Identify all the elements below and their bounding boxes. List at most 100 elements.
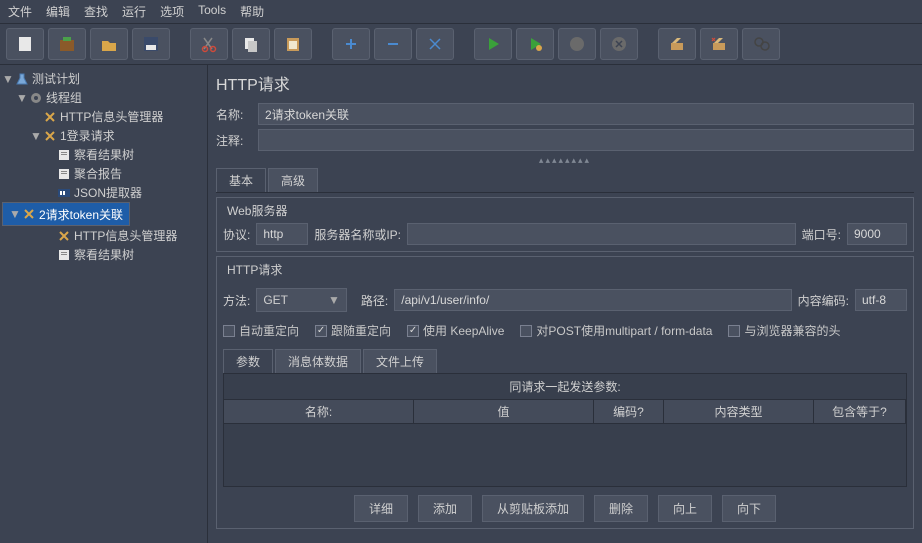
menu-options[interactable]: 选项 (160, 3, 184, 20)
stop-button[interactable] (558, 28, 596, 60)
web-server-fieldset: Web服务器 协议: 服务器名称或IP: 端口号: (216, 197, 914, 252)
protocol-label: 协议: (223, 226, 250, 243)
start-button[interactable] (474, 28, 512, 60)
keepalive-checkbox[interactable]: 使用 KeepAlive (407, 322, 504, 339)
xx-icon (22, 207, 36, 221)
tree-twisty[interactable]: ▼ (30, 129, 40, 143)
param-tabs: 参数 消息体数据 文件上传 (223, 349, 907, 373)
host-label: 服务器名称或IP: (314, 226, 401, 243)
add-button[interactable]: 添加 (418, 495, 472, 522)
paste-button[interactable]: 从剪贴板添加 (482, 495, 584, 522)
tree-label: 2请求token关联 (39, 206, 123, 223)
cut-button[interactable] (190, 28, 228, 60)
tree-item[interactable]: ▼ 线程组 (2, 88, 205, 107)
tree-item[interactable]: JSON提取器 (2, 183, 205, 202)
menu-run[interactable]: 运行 (122, 3, 146, 20)
browser-compat-checkbox[interactable]: 与浏览器兼容的头 (728, 322, 840, 339)
test-plan-tree[interactable]: ▼测试计划▼线程组HTTP信息头管理器▼1登录请求察看结果树聚合报告JSON提取… (0, 65, 208, 543)
tree-item[interactable]: HTTP信息头管理器 (2, 107, 205, 126)
path-label: 路径: (361, 292, 388, 309)
clear-button[interactable] (658, 28, 696, 60)
xx-icon (43, 110, 57, 124)
menu-edit[interactable]: 编辑 (46, 3, 70, 20)
col-encode: 编码? (594, 400, 664, 423)
start-no-pause-button[interactable] (516, 28, 554, 60)
tab-upload[interactable]: 文件上传 (363, 349, 437, 373)
tree-twisty[interactable]: ▼ (2, 72, 12, 86)
port-label: 端口号: (802, 226, 841, 243)
host-input[interactable] (407, 223, 796, 245)
method-select[interactable]: GET▼ (256, 288, 347, 312)
detail-button[interactable]: 详细 (354, 495, 408, 522)
gear-icon (29, 91, 43, 105)
tab-advanced[interactable]: 高级 (268, 168, 318, 192)
paste-button[interactable] (274, 28, 312, 60)
tree-item[interactable]: 察看结果树 (2, 145, 205, 164)
doc-icon (57, 148, 71, 162)
search-button[interactable] (742, 28, 780, 60)
shutdown-button[interactable] (600, 28, 638, 60)
col-include: 包含等于? (814, 400, 906, 423)
collapse-button[interactable] (374, 28, 412, 60)
menu-file[interactable]: 文件 (8, 3, 32, 20)
auto-redirect-checkbox[interactable]: 自动重定向 (223, 322, 299, 339)
json-icon (57, 186, 71, 200)
col-name: 名称: (224, 400, 414, 423)
tree-label: 线程组 (46, 89, 82, 106)
doc-icon (57, 248, 71, 262)
tree-label: 聚合报告 (74, 165, 122, 182)
xx-icon (43, 129, 57, 143)
new-button[interactable] (6, 28, 44, 60)
menubar: 文件 编辑 查找 运行 选项 Tools 帮助 (0, 0, 922, 24)
comment-label: 注释: (216, 132, 252, 149)
open-button[interactable] (90, 28, 128, 60)
multipart-checkbox[interactable]: 对POST使用multipart / form-data (520, 322, 712, 339)
comment-input[interactable] (258, 129, 914, 151)
param-title: 同请求一起发送参数: (224, 374, 906, 400)
col-value: 值 (414, 400, 594, 423)
port-input[interactable] (847, 223, 907, 245)
name-input[interactable] (258, 103, 914, 125)
delete-button[interactable]: 删除 (594, 495, 648, 522)
copy-button[interactable] (232, 28, 270, 60)
panel-title: HTTP请求 (216, 71, 914, 95)
templates-button[interactable] (48, 28, 86, 60)
tree-twisty[interactable]: ▼ (16, 91, 26, 105)
web-server-legend: Web服务器 (223, 202, 291, 219)
tree-label: JSON提取器 (74, 184, 142, 201)
content-panel: HTTP请求 名称: 注释: ▴▴▴▴▴▴▴▴ 基本 高级 Web服务器 协议:… (208, 65, 922, 543)
tree-item[interactable]: ▼1登录请求 (2, 126, 205, 145)
param-body[interactable] (224, 424, 906, 486)
tree-label: 察看结果树 (74, 246, 134, 263)
up-button[interactable]: 向上 (658, 495, 712, 522)
doc-icon (57, 167, 71, 181)
follow-redirect-checkbox[interactable]: 跟随重定向 (315, 322, 391, 339)
tree-item[interactable]: 聚合报告 (2, 164, 205, 183)
name-label: 名称: (216, 106, 252, 123)
xx-icon (57, 229, 71, 243)
tree-item[interactable]: 察看结果树 (2, 245, 205, 264)
tree-label: HTTP信息头管理器 (74, 227, 177, 244)
split-handle[interactable]: ▴▴▴▴▴▴▴▴ (216, 155, 914, 166)
protocol-input[interactable] (256, 223, 308, 245)
save-button[interactable] (132, 28, 170, 60)
menu-tools[interactable]: Tools (198, 3, 226, 20)
encoding-input[interactable] (855, 289, 907, 311)
path-input[interactable] (394, 289, 791, 311)
down-button[interactable]: 向下 (722, 495, 776, 522)
config-tabs: 基本 高级 (216, 168, 914, 193)
tab-basic[interactable]: 基本 (216, 168, 266, 192)
toggle-button[interactable] (416, 28, 454, 60)
tree-item[interactable]: ▼测试计划 (2, 69, 205, 88)
expand-button[interactable] (332, 28, 370, 60)
menu-search[interactable]: 查找 (84, 3, 108, 20)
tree-item[interactable]: HTTP信息头管理器 (2, 226, 205, 245)
tree-item[interactable]: ▼ 2请求token关联 (2, 202, 130, 226)
tab-body[interactable]: 消息体数据 (275, 349, 361, 373)
clear-all-button[interactable] (700, 28, 738, 60)
toolbar (0, 24, 922, 65)
menu-help[interactable]: 帮助 (240, 3, 264, 20)
tree-twisty[interactable]: ▼ (9, 207, 19, 221)
http-legend: HTTP请求 (223, 261, 286, 278)
tab-params[interactable]: 参数 (223, 349, 273, 373)
